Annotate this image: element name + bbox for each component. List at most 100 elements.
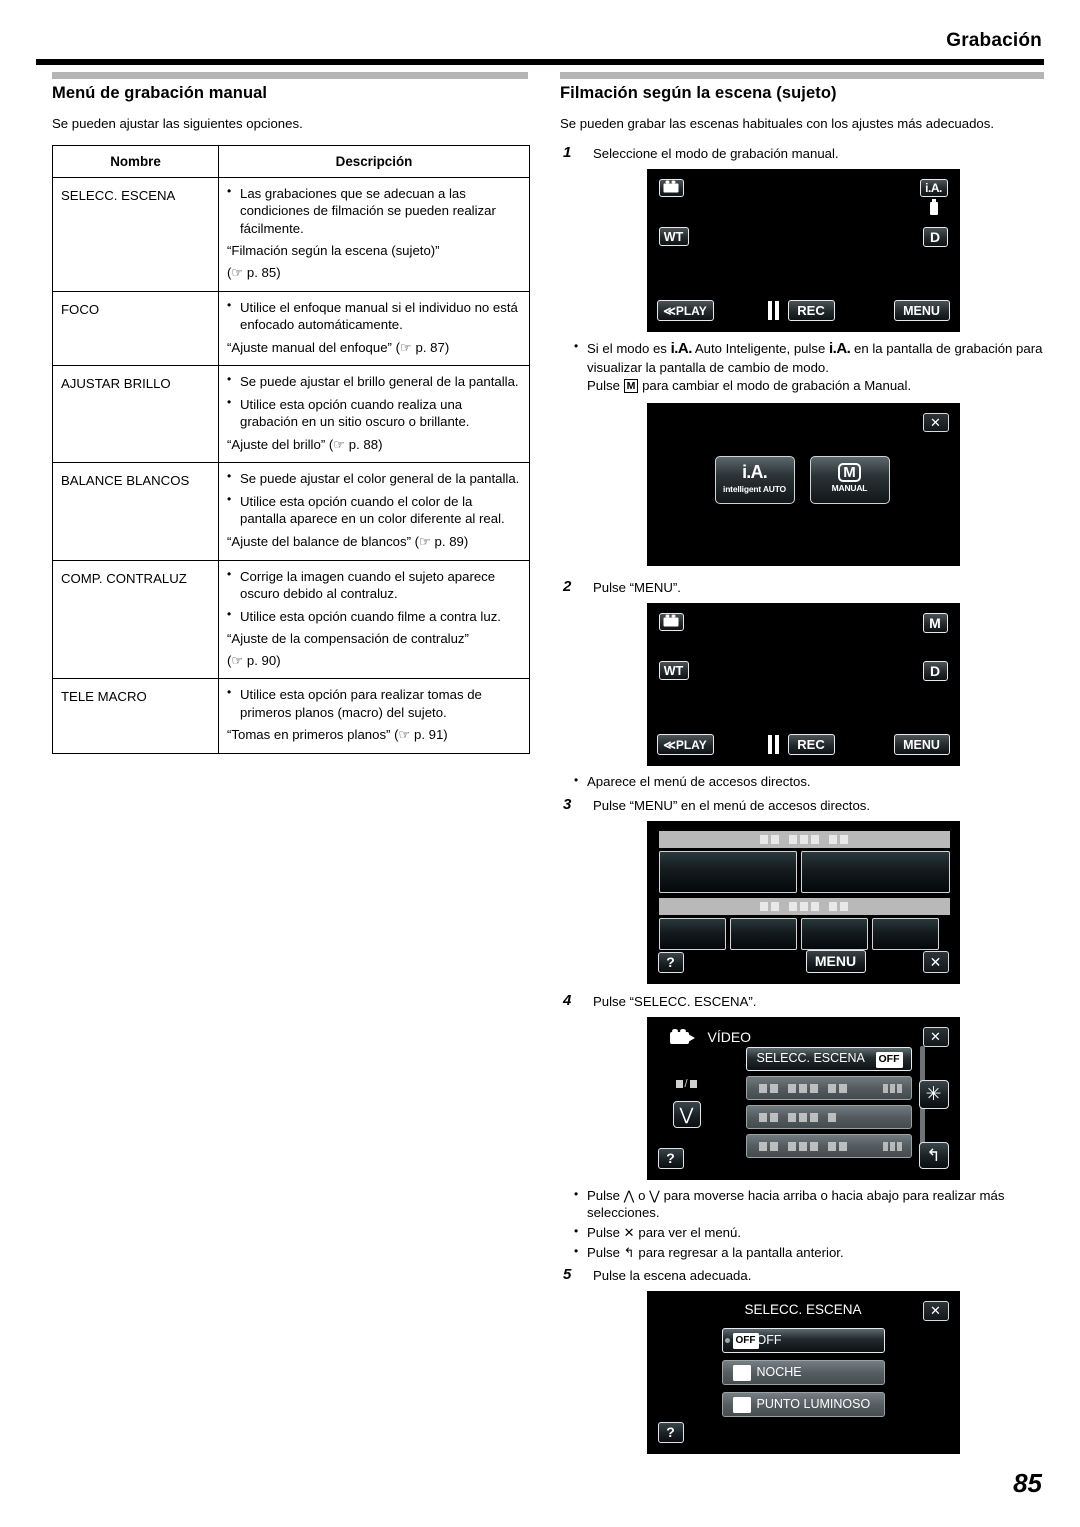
option-description: Se puede ajustar el brillo general de la…	[218, 365, 530, 464]
ia-label: i.A.	[742, 461, 768, 482]
battery-icon	[929, 198, 938, 215]
step-number: 4	[563, 991, 572, 1009]
menu-row-label: SELECC. ESCENA	[756, 1050, 865, 1065]
manual-m-glyph: M	[623, 378, 639, 393]
right-intro: Se pueden grabar las escenas habituales …	[560, 116, 995, 131]
bullet-item: Corrige la imagen cuando el sujeto apare…	[227, 567, 521, 603]
note-item: Pulse ↰ para regresar a la pantalla ante…	[574, 1243, 1046, 1262]
intelligent-auto-button[interactable]: i.A. intelligent AUTO	[714, 455, 795, 504]
note-item: Si el modo es i.A. Auto Inteligente, pul…	[574, 338, 1046, 395]
bullet-list: Se puede ajustar el color general de la …	[227, 469, 521, 528]
scroll-down-button[interactable]: ⋁	[672, 1100, 701, 1128]
shortcut-tile-5[interactable]	[800, 917, 868, 950]
close-icon[interactable]: ✕	[922, 950, 949, 973]
back-arrow-icon[interactable]: ↰	[918, 1141, 949, 1169]
scene-option-label: PUNTO LUMINOSO	[756, 1396, 871, 1411]
note-part-d: Pulse	[587, 377, 624, 393]
play-button[interactable]: ≪PLAY	[656, 733, 714, 755]
bullet-item: Se puede ajustar el color general de la …	[227, 469, 521, 488]
redacted-label	[758, 1083, 847, 1093]
shortcut-tile-6[interactable]	[871, 917, 939, 950]
left-column: Menú de grabación manual Se pueden ajust…	[52, 84, 530, 754]
scene-option-punto-luminoso[interactable]: PUNTO LUMINOSO	[721, 1391, 885, 1417]
scene-option-label: NOCHE	[756, 1364, 802, 1379]
menu-row[interactable]	[745, 1104, 912, 1129]
help-button[interactable]: ?	[657, 1421, 684, 1443]
option-name: BALANCE BLANCOS	[52, 462, 219, 561]
zoom-wt-button[interactable]: WT	[658, 660, 689, 680]
play-button[interactable]: ≪PLAY	[656, 299, 714, 321]
redacted-label	[758, 1141, 847, 1151]
close-icon[interactable]: ✕	[922, 412, 949, 432]
help-button[interactable]: ?	[657, 951, 684, 973]
rec-button[interactable]: REC	[787, 733, 835, 755]
rec-button[interactable]: REC	[787, 299, 835, 321]
ia-mode-badge[interactable]: i.A.	[919, 178, 948, 197]
close-icon[interactable]: ✕	[922, 1300, 949, 1321]
display-button[interactable]: D	[922, 226, 948, 247]
ia-glyph: i.A.	[670, 339, 693, 357]
step-1: 1 Seleccione el modo de grabación manual…	[560, 144, 1046, 163]
scene-option-off[interactable]: OFF OFF	[721, 1327, 885, 1353]
manual-mode-button[interactable]: M MANUAL	[809, 455, 890, 504]
table-row: COMP. CONTRALUZ Corrige la imagen cuando…	[52, 559, 530, 680]
table-header-row: Nombre Descripción	[52, 144, 530, 178]
note-part-b: Auto Inteligente, pulse	[691, 340, 830, 356]
video-menu-title: VÍDEO	[707, 1028, 752, 1045]
lcd-recording-screen-manual: M WT D ≪PLAY REC MENU	[646, 602, 960, 766]
off-icon: OFF	[732, 1332, 759, 1349]
note-list-step4: Pulse ⋀ o ⋁ para moverse hacia arriba o …	[574, 1186, 1046, 1262]
bullet-list: Se puede ajustar el brillo general de la…	[227, 372, 521, 431]
section-bar-right	[560, 72, 1044, 79]
night-icon	[732, 1364, 751, 1381]
menu-row[interactable]	[745, 1133, 912, 1158]
lcd-mode-select-screen: ✕ i.A. intelligent AUTO M MANUAL	[646, 402, 960, 566]
right-section-title: Filmación según la escena (sujeto)	[560, 84, 837, 102]
manual-mode-badge[interactable]: M	[922, 612, 948, 633]
bullet-item: Utilice esta opción para realizar tomas …	[227, 685, 521, 721]
reference-text: “Tomas en primeros planos” (☞ p. 91)	[227, 727, 448, 743]
bullet-list: Corrige la imagen cuando el sujeto apare…	[227, 567, 521, 626]
help-button[interactable]: ?	[657, 1147, 684, 1169]
close-icon[interactable]: ✕	[922, 1026, 949, 1047]
header-rule	[36, 59, 1044, 65]
shortcut-tile-2[interactable]	[800, 850, 950, 893]
menu-row[interactable]	[745, 1075, 912, 1100]
bullet-item: Las grabaciones que se adecuan a las con…	[227, 184, 521, 238]
left-intro: Se pueden ajustar las siguientes opcione…	[52, 116, 303, 131]
display-button[interactable]: D	[922, 660, 948, 681]
menu-button[interactable]: MENU	[805, 949, 866, 973]
menu-button[interactable]: MENU	[893, 733, 950, 755]
ia-sublabel: intelligent AUTO	[723, 483, 786, 494]
gear-icon[interactable]: ✳	[918, 1079, 949, 1109]
redacted-value	[882, 1083, 902, 1093]
zoom-wt-button[interactable]: WT	[658, 226, 689, 246]
menu-row-selecc-escena[interactable]: SELECC. ESCENA OFF	[745, 1046, 912, 1071]
shortcut-tile-3[interactable]	[658, 917, 726, 950]
reference-text: “Filmación según la escena (sujeto)”	[227, 243, 440, 259]
scene-select-title: SELECC. ESCENA	[744, 1301, 862, 1317]
step-number: 2	[563, 577, 572, 595]
note-item: Pulse ✕ para ver el menú.	[574, 1223, 1046, 1242]
column-header-nombre: Nombre	[52, 144, 219, 178]
video-camcorder-icon	[669, 1028, 696, 1044]
step-number: 3	[563, 795, 572, 813]
table-row: AJUSTAR BRILLO Se puede ajustar el brill…	[52, 365, 530, 464]
option-description: Las grabaciones que se adecuan a las con…	[218, 176, 530, 292]
lcd-video-menu-screen: VÍDEO ✕ SELECC. ESCENA OFF / ⋁ ? ✳ ↰	[646, 1016, 960, 1180]
shortcut-group-header-1	[658, 830, 950, 848]
menu-button[interactable]: MENU	[893, 299, 950, 321]
option-name: FOCO	[52, 290, 219, 367]
bullet-item: Utilice esta opción cuando filme a contr…	[227, 607, 521, 626]
table-row: FOCO Utilice el enfoque manual si el ind…	[52, 290, 530, 367]
shortcut-tile-4[interactable]	[729, 917, 797, 950]
step-5: 5 Pulse la escena adecuada.	[560, 1266, 1046, 1285]
option-description: Utilice el enfoque manual si el individu…	[218, 290, 530, 367]
step-text: Pulse “SELECC. ESCENA”.	[593, 993, 757, 1009]
scene-option-noche[interactable]: NOCHE	[721, 1359, 885, 1385]
bullet-list: Las grabaciones que se adecuan a las con…	[227, 184, 521, 238]
lcd-recording-screen-ia: i.A. WT D ≪PLAY REC MENU	[646, 168, 960, 332]
shortcut-tile-1[interactable]	[658, 850, 797, 893]
option-name: AJUSTAR BRILLO	[52, 365, 219, 464]
note-list-step2: Aparece el menú de accesos directos.	[574, 772, 1046, 791]
